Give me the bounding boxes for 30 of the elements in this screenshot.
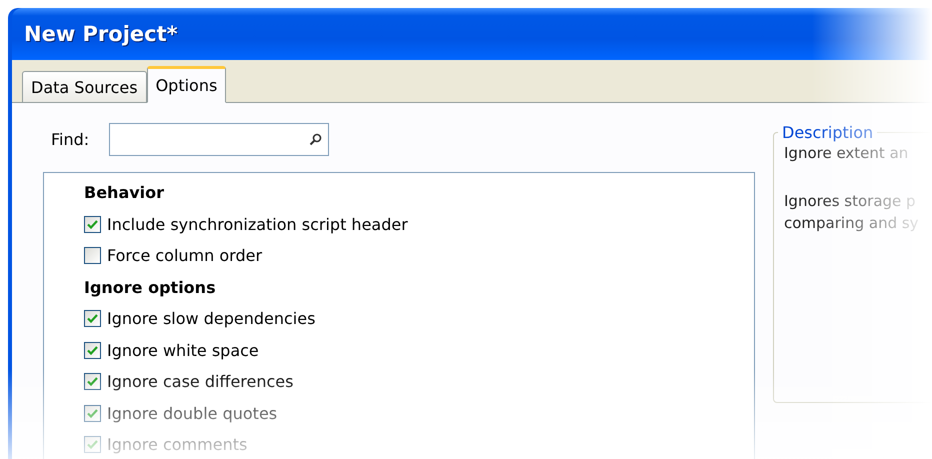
window-title: New Project*: [24, 22, 178, 46]
option-label: Ignore double quotes: [107, 404, 278, 423]
description-text: Ignore extent an: [784, 143, 910, 164]
option-label: Ignore case differences: [107, 372, 294, 392]
checkbox[interactable]: [84, 216, 101, 233]
find-label: Find:: [51, 130, 90, 149]
option-label: Ignore slow dependencies: [107, 309, 316, 328]
check-icon: [87, 377, 98, 386]
search-icon: [309, 133, 322, 146]
search-field[interactable]: [109, 123, 330, 156]
checkbox[interactable]: [84, 247, 101, 264]
checkbox[interactable]: [84, 342, 101, 359]
check-icon: [87, 408, 98, 418]
tab[interactable]: Data Sources: [22, 71, 147, 102]
checkbox[interactable]: [84, 310, 101, 328]
checkbox[interactable]: [84, 436, 101, 454]
section-heading: Ignore options: [84, 278, 216, 297]
description-title: Description: [781, 123, 874, 142]
check-icon: [87, 440, 98, 450]
option-label: Ignore comments: [107, 435, 248, 454]
section-heading: Behavior: [84, 183, 164, 202]
option-label: Ignore white space: [107, 340, 259, 360]
tab[interactable]: Options: [146, 66, 226, 103]
option-label: Force column order: [107, 246, 262, 266]
checkbox[interactable]: [84, 373, 101, 390]
check-icon: [87, 314, 98, 324]
check-icon: [87, 346, 98, 355]
checkbox[interactable]: [84, 404, 101, 422]
check-icon: [87, 220, 98, 229]
option-label: Include synchronization script header: [107, 214, 408, 234]
